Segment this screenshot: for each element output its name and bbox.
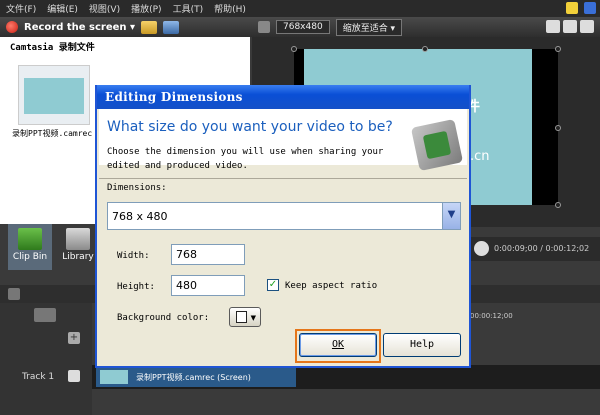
menu-play[interactable]: 播放(P) — [131, 2, 161, 15]
dialog-separator — [99, 178, 467, 179]
lightbulb-icon[interactable] — [566, 2, 578, 14]
chevron-down-icon[interactable]: ▼ — [442, 203, 460, 229]
produce-share-icon[interactable] — [163, 20, 180, 34]
menu-view[interactable]: 视图(V) — [89, 2, 120, 15]
timeline-track-1: 录制PPT视频.camrec (Screen) — [92, 365, 600, 389]
detach-preview-icon[interactable] — [580, 20, 594, 33]
dialog-question: What size do you want your video to be? — [107, 119, 393, 135]
resize-handle[interactable] — [291, 46, 297, 52]
menu-edit[interactable]: 编辑(E) — [47, 2, 78, 15]
width-input[interactable]: 768 — [171, 244, 245, 265]
height-label: Height: — [117, 282, 155, 292]
clip-file-name: 录制PPT视频.camrec — [12, 129, 93, 138]
camtasia-logo-icon — [410, 118, 464, 172]
preview-toolbar: 768x480 缩放至适合 ▾ — [252, 17, 600, 37]
preview-overlay-text-2: .cn — [470, 149, 490, 164]
record-icon — [6, 21, 18, 33]
timeline-clip[interactable]: 录制PPT视频.camrec (Screen) — [96, 367, 296, 387]
dimensions-dropdown-value: 768 x 480 — [112, 210, 168, 223]
add-track-icon[interactable]: + — [68, 332, 80, 344]
dialog-title: Editing Dimensions — [97, 85, 469, 109]
menu-right-icons — [566, 2, 596, 14]
resize-handle[interactable] — [555, 202, 561, 208]
import-folder-icon[interactable] — [141, 20, 158, 34]
film-icon — [18, 228, 42, 250]
width-label: Width: — [117, 251, 150, 261]
record-screen-button[interactable]: Record the screen ▾ — [24, 22, 135, 33]
play-icon[interactable] — [474, 241, 489, 256]
zoom-dropdown[interactable]: 缩放至适合 ▾ — [335, 18, 403, 36]
editing-dimensions-dialog: Editing Dimensions What size do you want… — [95, 85, 471, 368]
resize-handle[interactable] — [422, 46, 428, 52]
dialog-description: Choose the dimension you will use when s… — [107, 147, 384, 171]
main-toolbar: Record the screen ▾ — [0, 17, 252, 37]
clip-thumbnail[interactable] — [18, 65, 90, 125]
paint-bucket-icon — [236, 311, 247, 323]
crop-icon[interactable] — [563, 20, 577, 33]
menu-help[interactable]: 帮助(H) — [214, 2, 246, 15]
dimensions-label: Dimensions: — [107, 183, 167, 193]
keep-aspect-label: Keep aspect ratio — [285, 281, 378, 291]
resize-handle[interactable] — [555, 125, 561, 131]
timeline-ruler: 00:00:12;00 — [470, 312, 600, 324]
height-input[interactable]: 480 — [171, 275, 245, 296]
timeline-clip-label: 录制PPT视频.camrec (Screen) — [136, 373, 251, 382]
canvas-size-icon[interactable] — [258, 21, 270, 33]
preview-view-buttons — [546, 20, 594, 33]
zoom-search-icon[interactable] — [8, 288, 20, 300]
ok-button[interactable]: OK — [299, 333, 377, 357]
tab-clip-bin-label: Clip Bin — [12, 252, 48, 262]
playback-controls: 0:00:09;00 / 0:00:12;02 — [470, 237, 600, 261]
clip-thumbnail-image — [24, 78, 84, 114]
library-icon — [66, 228, 90, 250]
playback-time: 0:00:09;00 / 0:00:12;02 — [494, 244, 590, 253]
help-icon[interactable] — [584, 2, 596, 14]
background-color-picker[interactable]: ▼ — [229, 307, 261, 327]
background-color-label: Background color: — [117, 313, 210, 323]
clip-bin-title: Camtasia 录制文件 — [10, 43, 95, 53]
keep-aspect-checkbox[interactable]: ✓ — [267, 279, 279, 291]
timeline-gear-icon[interactable] — [34, 308, 56, 322]
dimensions-display[interactable]: 768x480 — [276, 20, 330, 34]
track-lock-icon[interactable] — [68, 370, 80, 382]
tab-library-label: Library — [62, 252, 94, 262]
tab-clip-bin[interactable]: Clip Bin — [8, 224, 52, 270]
help-button[interactable]: Help — [383, 333, 461, 357]
menu-file[interactable]: 文件(F) — [6, 2, 36, 15]
resize-handle[interactable] — [555, 46, 561, 52]
hand-tool-icon[interactable] — [546, 20, 560, 33]
dimensions-dropdown[interactable]: 768 x 480 ▼ — [107, 202, 461, 230]
dialog-header: What size do you want your video to be? … — [99, 109, 467, 172]
ruler-label: 00:00:12;00 — [470, 312, 513, 320]
timeline-clip-thumbnail — [100, 370, 128, 384]
tab-library[interactable]: Library — [56, 224, 100, 270]
dropdown-arrow-icon: ▼ — [250, 314, 256, 322]
track-label: Track 1 — [22, 372, 55, 382]
menu-tools[interactable]: 工具(T) — [173, 2, 204, 15]
menu-bar: 文件(F) 编辑(E) 视图(V) 播放(P) 工具(T) 帮助(H) — [0, 0, 600, 17]
